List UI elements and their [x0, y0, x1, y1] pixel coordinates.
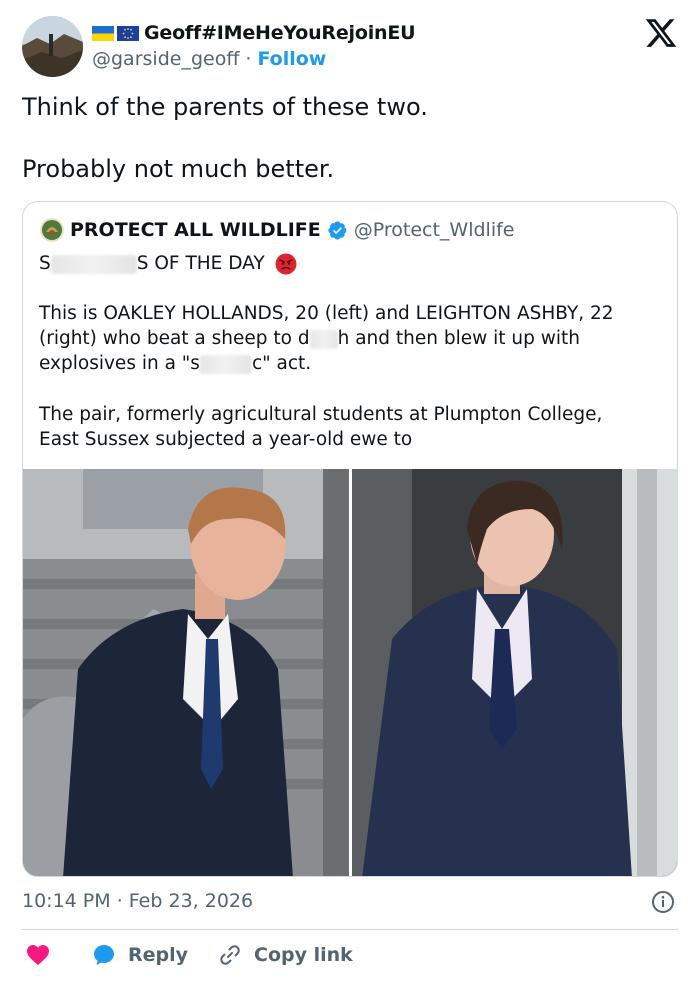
quoted-text-line-4: The pair, formerly agricultural students…: [39, 404, 603, 425]
headline-end: S OF THE DAY: [136, 253, 265, 274]
info-icon[interactable]: [651, 890, 675, 914]
quoted-author-avatar: [40, 218, 64, 242]
quoted-author-name: PROTECT ALL WILDLIFE: [70, 219, 321, 241]
photo-right[interactable]: [352, 469, 677, 876]
eu-flag-icon: [117, 25, 139, 41]
quoted-author-handle: @Protect_Wldlife: [353, 219, 515, 241]
reply-label: Reply: [128, 944, 189, 966]
footer-divider: [22, 929, 678, 930]
verified-badge-icon: [328, 220, 347, 240]
redacted-blur: [309, 329, 338, 349]
link-icon: [220, 945, 240, 965]
tweet-timestamp[interactable]: 10:14 PM · Feb 23, 2026: [22, 890, 253, 912]
author-display-name[interactable]: Geoff#IMeHeYouRejoinEU: [144, 22, 416, 44]
copy-link-button[interactable]: Copy link: [218, 943, 353, 967]
like-button[interactable]: [26, 944, 50, 966]
quoted-headline: S S OF THE DAY: [39, 251, 297, 276]
quoted-text-line-5: East Sussex subjected a year-old ewe to: [39, 429, 413, 450]
tweet-date: Feb 23, 2026: [128, 890, 254, 912]
author-name-row: Geoff#IMeHeYouRejoinEU: [92, 20, 416, 46]
author-avatar[interactable]: [22, 16, 83, 77]
quoted-text-line-3: explosives in a "s c" act.: [39, 351, 311, 376]
redacted-blur: [199, 354, 252, 374]
reply-button[interactable]: Reply: [92, 943, 188, 967]
ukraine-flag-icon: [92, 25, 114, 41]
line3-a: explosives in a "s: [39, 353, 200, 374]
quoted-author-row: PROTECT ALL WILDLIFE @Protect_Wldlife: [40, 218, 515, 242]
redacted-blur: [50, 254, 137, 274]
x-logo-icon[interactable]: [644, 16, 678, 50]
photo-left[interactable]: [23, 469, 349, 876]
separator-dot: ·: [245, 48, 252, 70]
reply-bubble-icon: [94, 945, 114, 965]
angry-face-icon: [275, 253, 297, 275]
separator-dot: ·: [116, 890, 123, 912]
tweet-text-line-1: Think of the parents of these two.: [22, 93, 428, 121]
heart-icon: [27, 945, 49, 965]
line3-b: c" act.: [251, 353, 312, 374]
copy-link-label: Copy link: [254, 944, 353, 966]
quoted-tweet-card[interactable]: PROTECT ALL WILDLIFE @Protect_Wldlife SS…: [22, 201, 678, 877]
quoted-text-line-1: This is OAKLEY HOLLANDS, 20 (left) and L…: [39, 303, 614, 324]
author-handle[interactable]: @garside_geoff: [92, 48, 239, 70]
action-bar: Reply Copy link: [26, 940, 383, 970]
tweet-text-line-2: Probably not much better.: [22, 155, 335, 183]
follow-button[interactable]: Follow: [257, 48, 326, 70]
tweet-time: 10:14 PM: [22, 890, 111, 912]
line2-b: h and then blew it up with: [337, 328, 581, 349]
headline-start: S: [39, 253, 51, 274]
author-handle-row: @garside_geoff · Follow: [92, 48, 326, 70]
quoted-text-line-2: (right) who beat a sheep to d h and then …: [39, 326, 580, 351]
line2-a: (right) who beat a sheep to d: [39, 328, 310, 349]
